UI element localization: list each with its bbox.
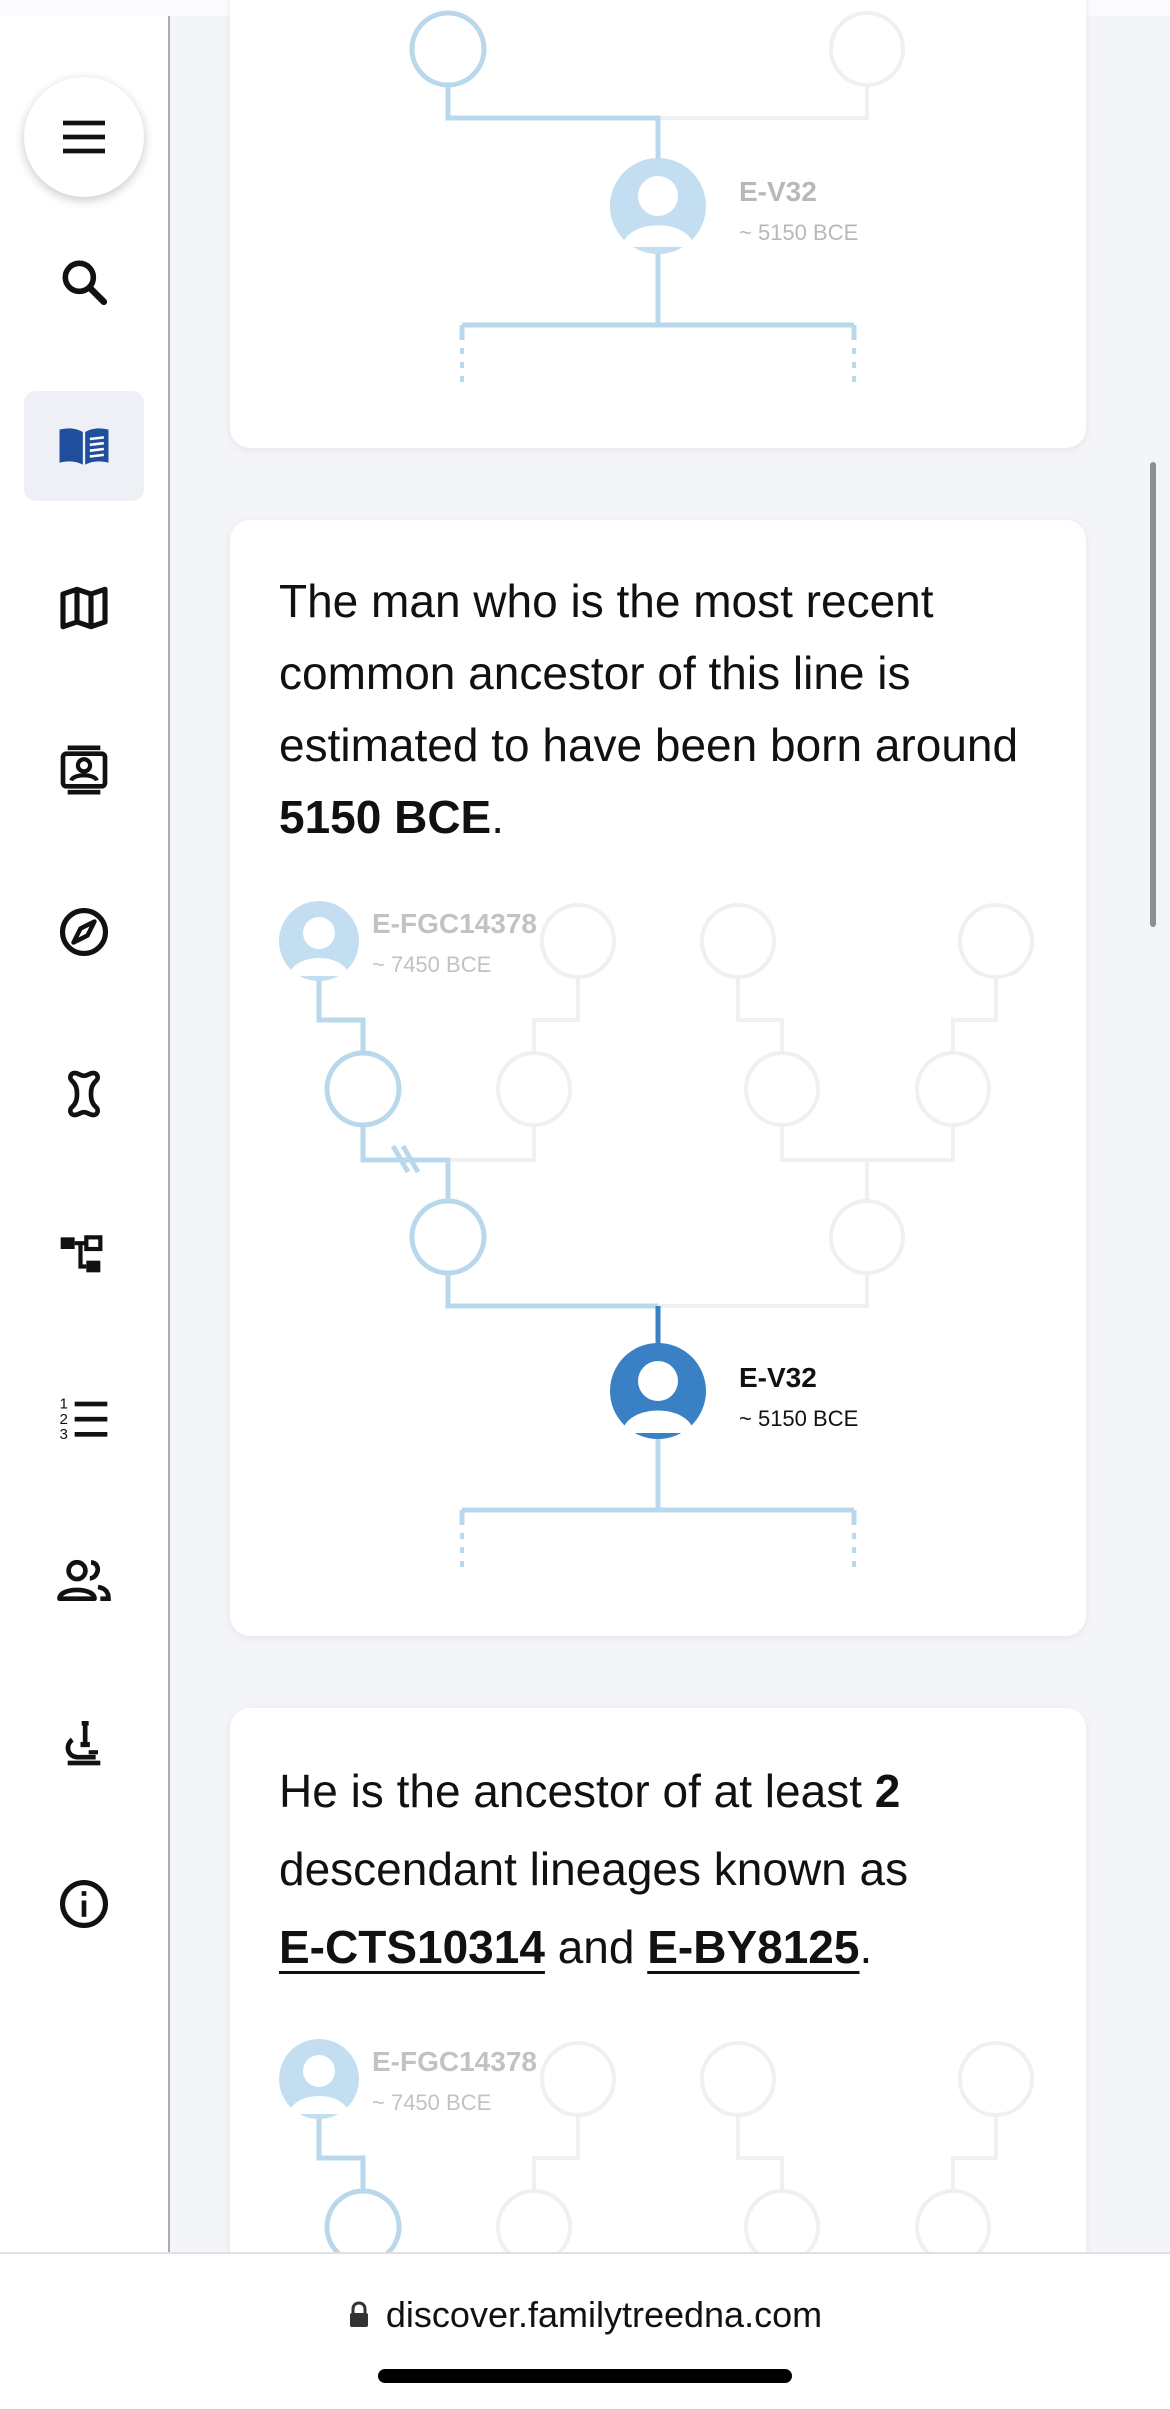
node-label-date: ~ 5150 BCE bbox=[739, 1406, 859, 1431]
root-avatar bbox=[279, 901, 359, 981]
info-icon bbox=[59, 1879, 109, 1929]
url-text: discover.familytreedna.com bbox=[385, 2294, 823, 2335]
lineage-count: 2 bbox=[874, 1765, 901, 1817]
nav-tree[interactable] bbox=[24, 1201, 144, 1311]
svg-text:3: 3 bbox=[60, 1426, 68, 1443]
nav-list[interactable]: 1 2 3 bbox=[24, 1363, 144, 1473]
scrollbar[interactable] bbox=[1150, 462, 1156, 927]
menu-icon bbox=[63, 120, 105, 154]
story-card-descendants: He is the ancestor of at least 2 descend… bbox=[230, 1708, 1086, 2308]
root-label-date: ~ 7450 BCE bbox=[372, 952, 492, 977]
tree-diagram bbox=[409, 10, 905, 388]
search-icon bbox=[62, 260, 108, 306]
nav-search[interactable] bbox=[24, 227, 144, 337]
story-card-mrca: The man who is the most recent common an… bbox=[230, 520, 1086, 1636]
home-indicator[interactable] bbox=[378, 2369, 792, 2383]
nav-explore[interactable] bbox=[24, 877, 144, 987]
nav-profile[interactable] bbox=[24, 715, 144, 825]
card-paragraph: The man who is the most recent common an… bbox=[279, 575, 1019, 843]
book-icon bbox=[59, 428, 109, 465]
numbered-list-icon: 1 2 3 bbox=[60, 1396, 108, 1443]
lineage-link-2[interactable]: E-BY8125 bbox=[647, 1921, 859, 1973]
root-label-date: ~ 7450 BCE bbox=[372, 2090, 492, 2115]
node-label-name: E-V32 bbox=[739, 176, 817, 207]
menu-button[interactable] bbox=[24, 77, 144, 197]
lineage-link-1[interactable]: E-CTS10314 bbox=[279, 1921, 545, 1973]
url-field[interactable]: discover.familytreedna.com bbox=[0, 2294, 1170, 2336]
nav-map[interactable] bbox=[24, 553, 144, 663]
root-avatar bbox=[279, 2039, 359, 2119]
lock-icon bbox=[349, 2301, 368, 2327]
profile-card-icon bbox=[60, 745, 108, 795]
nav-story[interactable] bbox=[24, 391, 144, 501]
root-label-name: E-FGC14378 bbox=[372, 2046, 537, 2077]
ancestor-node bbox=[409, 10, 487, 88]
person-avatar-light bbox=[610, 158, 706, 254]
people-icon bbox=[57, 1559, 111, 1601]
root-label-name: E-FGC14378 bbox=[372, 908, 537, 939]
nav-ancient[interactable] bbox=[24, 1039, 144, 1149]
node-label-name: E-V32 bbox=[739, 1362, 817, 1393]
tree-structure-icon bbox=[60, 1235, 103, 1273]
bone-icon bbox=[67, 1070, 101, 1118]
compass-icon bbox=[59, 907, 109, 957]
birth-date-emphasis: 5150 BCE bbox=[279, 791, 492, 843]
sidebar: 1 2 3 bbox=[0, 16, 170, 2252]
card-paragraph: He is the ancestor of at least 2 descend… bbox=[279, 1765, 909, 1973]
faint-node bbox=[829, 11, 905, 87]
microscope-icon bbox=[65, 1721, 101, 1766]
browser-address-bar: discover.familytreedna.com bbox=[0, 2252, 1170, 2409]
story-card-lineage: E-V32 ~ 5150 BCE bbox=[230, 0, 1086, 448]
map-icon bbox=[60, 586, 108, 630]
person-avatar-highlighted bbox=[610, 1343, 706, 1439]
nav-about[interactable] bbox=[24, 1849, 144, 1959]
tree-diagram bbox=[279, 901, 1034, 1572]
nav-people[interactable] bbox=[24, 1525, 144, 1635]
nav-research[interactable] bbox=[24, 1687, 144, 1797]
node-label-date: ~ 5150 BCE bbox=[739, 220, 859, 245]
